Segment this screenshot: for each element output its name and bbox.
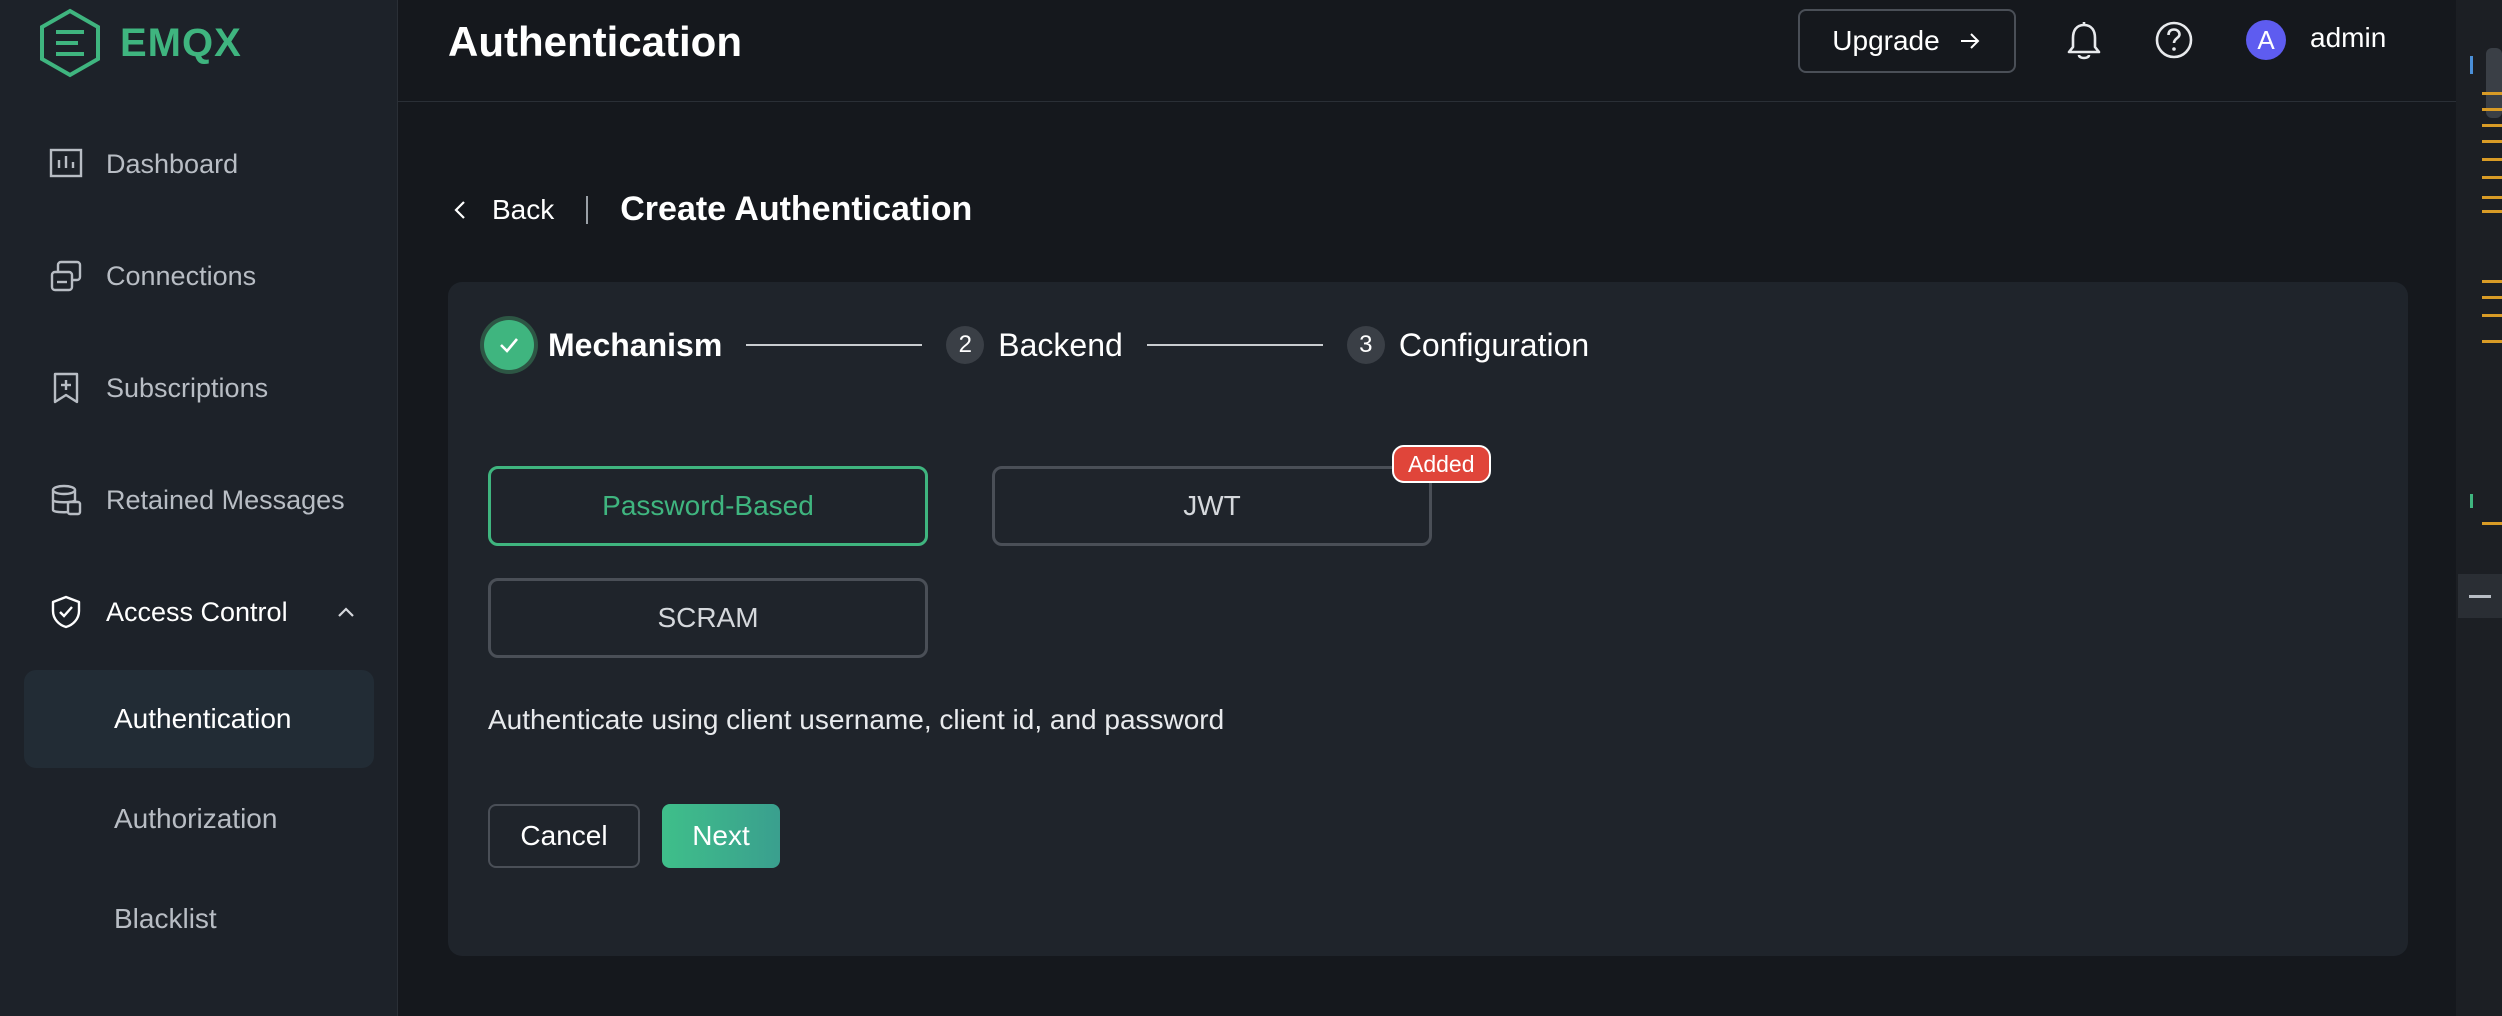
gutter-mark <box>2482 158 2502 161</box>
top-header: Authentication Upgrade A admin <box>398 0 2456 102</box>
gutter-mark <box>2482 108 2502 111</box>
step-backend: 2 Backend <box>946 326 1123 364</box>
dashboard-icon <box>49 148 83 178</box>
step-connector <box>746 344 923 346</box>
breadcrumb-divider <box>586 195 589 224</box>
sidebar-item-authentication[interactable]: Authentication <box>24 670 374 768</box>
sidebar-item-label: Blacklist <box>114 903 217 934</box>
sidebar-item-label: Subscriptions <box>106 372 269 403</box>
gutter-mark <box>2482 210 2502 213</box>
breadcrumb: Back Create Authentication <box>450 190 972 229</box>
sidebar-item-label: Authorization <box>114 803 278 834</box>
gutter-mark <box>2470 494 2473 508</box>
arrow-right-icon <box>1960 33 1980 49</box>
brand-name: EMQX <box>120 20 242 65</box>
subscriptions-icon <box>53 372 79 404</box>
retained-messages-icon <box>51 484 82 516</box>
step-label: Backend <box>998 326 1123 363</box>
added-badge: Added <box>1392 445 1491 483</box>
gutter-mark <box>2482 92 2502 95</box>
app-window: EMQX Dashboard Connections Subscriptions… <box>0 0 2502 1016</box>
gutter-mark <box>2482 340 2502 343</box>
sidebar-item-authorization[interactable]: Authorization <box>24 770 374 868</box>
gutter-mark <box>2470 56 2473 74</box>
step-mechanism: Mechanism <box>484 320 722 370</box>
check-icon <box>500 338 518 353</box>
connections-icon <box>50 260 82 292</box>
step-done-marker <box>484 320 534 370</box>
username[interactable]: admin <box>2310 22 2386 54</box>
sidebar-item-blacklist[interactable]: Blacklist <box>24 870 374 968</box>
step-number: 2 <box>946 326 985 364</box>
help-icon[interactable] <box>2154 20 2194 60</box>
sidebar-item-label: Retained Messages <box>106 484 345 515</box>
gutter-mark <box>2482 296 2502 299</box>
gutter-mark <box>2482 522 2502 525</box>
collapse-icon[interactable] <box>2458 574 2502 618</box>
create-authentication-card: Mechanism 2 Backend 3 Configuration Pass… <box>448 282 2408 956</box>
mechanism-description: Authenticate using client username, clie… <box>488 704 1225 735</box>
sidebar-item-dashboard[interactable]: Dashboard <box>48 146 238 182</box>
step-number: 3 <box>1346 326 1385 364</box>
cancel-button[interactable]: Cancel <box>488 804 640 868</box>
breadcrumb-title: Create Authentication <box>620 190 973 228</box>
upgrade-button[interactable]: Upgrade <box>1798 9 2016 73</box>
sidebar-item-label: Access Control <box>106 596 288 627</box>
gutter-mark <box>2482 124 2502 127</box>
next-button[interactable]: Next <box>662 804 780 868</box>
sidebar-item-retained-messages[interactable]: Retained Messages <box>48 482 345 518</box>
emqx-logo-icon <box>40 8 100 78</box>
sidebar-item-connections[interactable]: Connections <box>48 258 256 294</box>
bell-icon[interactable] <box>2064 20 2104 62</box>
chevron-up-icon[interactable] <box>334 600 358 624</box>
gutter-mark <box>2482 140 2502 143</box>
gutter-mark <box>2482 314 2502 317</box>
logo[interactable]: EMQX <box>38 8 242 78</box>
steps: Mechanism 2 Backend 3 Configuration <box>484 320 1589 370</box>
mechanism-password-based[interactable]: Password-Based <box>488 466 928 546</box>
sidebar-item-label: Dashboard <box>106 148 239 179</box>
mechanism-scram[interactable]: SCRAM <box>488 578 928 658</box>
sidebar-item-label: Connections <box>106 260 257 291</box>
page-title: Authentication <box>448 18 742 65</box>
shield-icon <box>51 595 81 629</box>
back-label: Back <box>492 193 555 225</box>
gutter-mark <box>2482 176 2502 179</box>
avatar[interactable]: A <box>2246 20 2286 60</box>
step-label: Mechanism <box>548 326 723 363</box>
chevron-left-icon <box>454 200 465 219</box>
step-connector <box>1146 344 1323 346</box>
gutter-mark <box>2482 196 2502 199</box>
sidebar-item-access-control[interactable]: Access Control <box>48 594 288 630</box>
step-configuration: 3 Configuration <box>1346 326 1590 364</box>
sidebar-item-subscriptions[interactable]: Subscriptions <box>48 370 268 406</box>
upgrade-label: Upgrade <box>1832 25 1940 56</box>
sidebar: EMQX Dashboard Connections Subscriptions… <box>0 0 398 1016</box>
mechanism-jwt[interactable]: JWT <box>992 466 1432 546</box>
step-label: Configuration <box>1398 326 1590 363</box>
back-button[interactable]: Back <box>450 194 554 226</box>
gutter-mark <box>2482 280 2502 283</box>
sidebar-item-label: Authentication <box>114 703 292 734</box>
adjacent-window-edge <box>2456 0 2502 1016</box>
